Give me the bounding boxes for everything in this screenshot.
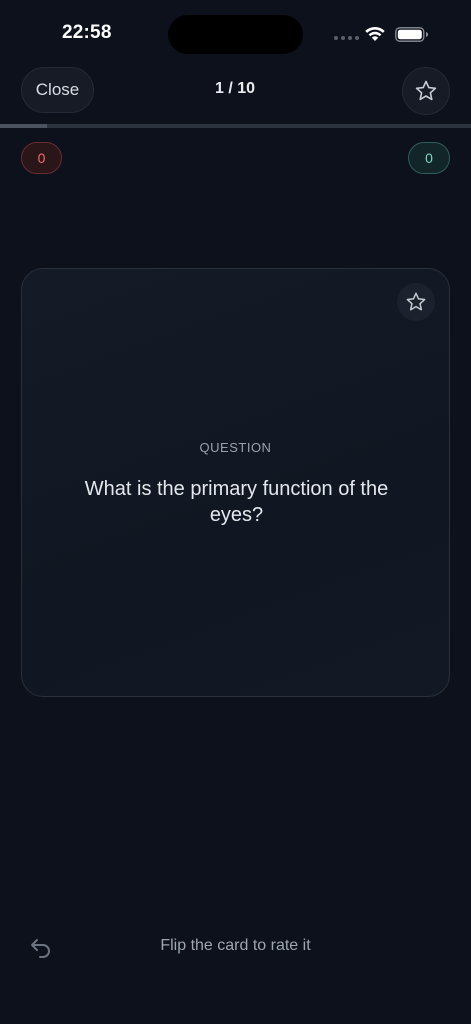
wrong-count-badge: 0 (21, 142, 62, 174)
favorite-button[interactable] (402, 67, 450, 115)
progress-counter: 1 / 10 (214, 80, 256, 97)
card-side-label: QUESTION (199, 440, 272, 455)
star-outline-icon (415, 80, 437, 101)
undo-arrow-icon[interactable] (28, 934, 54, 960)
card-favorite-button[interactable] (397, 283, 435, 321)
star-outline-icon (406, 292, 426, 311)
flashcard-screen: 22:58 Close 1 / 10 0 0 QUESTION What is … (0, 0, 471, 1024)
dynamic-island (168, 15, 303, 54)
correct-count-badge: 0 (408, 142, 450, 174)
card-question-text: What is the primary function of the eyes… (84, 478, 389, 526)
signal-dots-icon (334, 36, 359, 40)
close-button[interactable]: Close (21, 67, 94, 113)
progress-bar-fill (0, 124, 48, 128)
progress-bar (0, 124, 471, 128)
flashcard[interactable]: QUESTION What is the primary function of… (21, 268, 450, 697)
flip-hint-text: Flip the card to rate it (160, 937, 311, 954)
wifi-icon (365, 27, 385, 41)
battery-icon (395, 27, 428, 42)
status-time: 22:58 (62, 22, 112, 43)
